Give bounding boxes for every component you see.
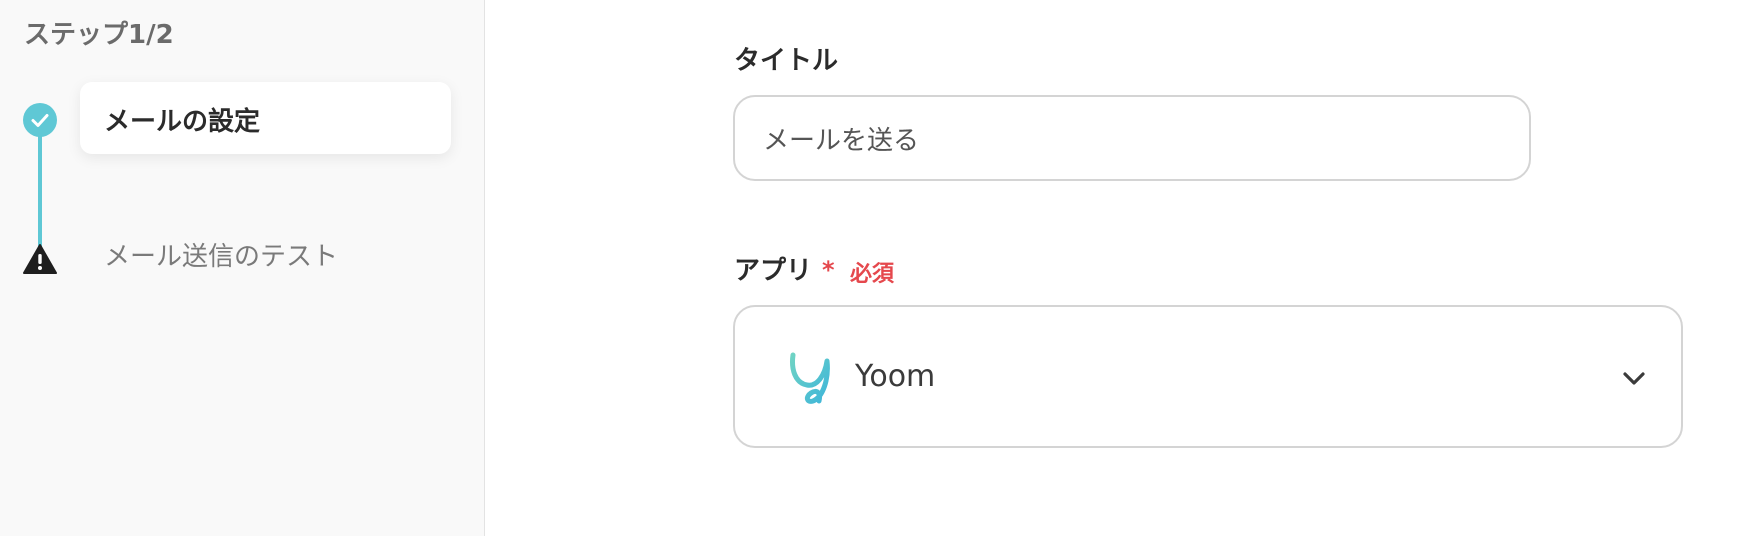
step-counter: ステップ1/2 (24, 20, 174, 50)
step-label: メールの設定 (104, 107, 261, 137)
title-input[interactable] (733, 95, 1531, 181)
step-item-mail-settings[interactable]: メールの設定 (80, 82, 451, 154)
step-label: メール送信のテスト (104, 242, 339, 272)
required-badge: 必須 (850, 262, 895, 287)
chevron-down-icon (1621, 367, 1647, 389)
selected-app-name: Yoom (855, 359, 936, 394)
yoom-logo-icon (785, 349, 837, 407)
step-sidebar: ステップ1/2 メールの設定 メール送信のテスト (0, 0, 485, 536)
title-field-label: タイトル (734, 46, 839, 76)
app-select-dropdown[interactable]: Yoom (733, 305, 1683, 448)
app-field-label: アプリ (734, 256, 813, 286)
step-item-mail-test[interactable]: メール送信のテスト (80, 230, 451, 278)
timeline-connector (38, 118, 42, 250)
check-icon (23, 103, 57, 137)
required-asterisk: * (822, 256, 835, 284)
warning-icon (22, 243, 58, 275)
